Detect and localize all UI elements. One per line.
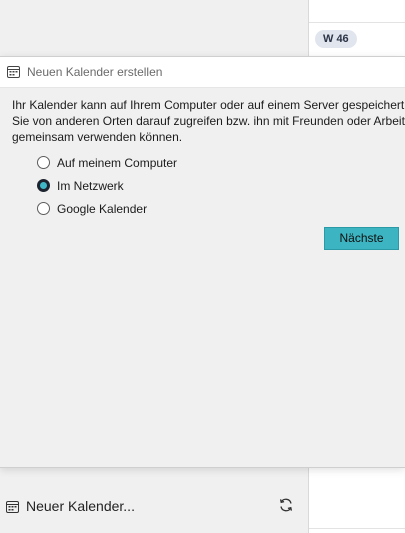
option-google-calendar[interactable]: Google Kalender — [37, 197, 177, 220]
grid-divider — [309, 528, 405, 529]
calendar-icon — [6, 500, 19, 513]
dialog-title: Neuen Kalender erstellen — [27, 65, 163, 79]
grid-divider — [309, 22, 405, 23]
description-line: gemeinsam verwenden können. — [12, 130, 183, 144]
new-calendar-button[interactable]: Neuer Kalender... — [6, 497, 135, 515]
option-label: Im Netzwerk — [57, 178, 124, 193]
option-label: Google Kalender — [57, 201, 148, 216]
calendar-icon — [7, 66, 20, 78]
radio-button[interactable] — [37, 156, 50, 169]
sync-button[interactable] — [276, 495, 296, 515]
week-number-badge[interactable]: W 46 — [315, 30, 357, 48]
week-row: W 46 — [309, 28, 405, 52]
next-button[interactable]: Nächste — [324, 227, 399, 250]
dialog-titlebar: Neuen Kalender erstellen — [0, 57, 405, 88]
location-options: Auf meinem Computer Im Netzwerk Google K… — [37, 151, 177, 220]
radio-button-selected[interactable] — [37, 179, 50, 192]
new-calendar-dialog: Neuen Kalender erstellen Ihr Kalender ka… — [0, 56, 405, 468]
option-network[interactable]: Im Netzwerk — [37, 174, 177, 197]
description-line: Sie von anderen Orten darauf zugreifen b… — [12, 114, 405, 128]
description-line: Ihr Kalender kann auf Ihrem Computer ode… — [12, 98, 405, 112]
sync-icon — [279, 498, 293, 512]
dialog-description: Ihr Kalender kann auf Ihrem Computer ode… — [12, 97, 405, 145]
new-calendar-label: Neuer Kalender... — [26, 498, 135, 514]
option-label: Auf meinem Computer — [57, 155, 178, 170]
option-local-computer[interactable]: Auf meinem Computer — [37, 151, 177, 174]
radio-button[interactable] — [37, 202, 50, 215]
sidebar-bottom-bar: Neuer Kalender... — [0, 466, 308, 533]
